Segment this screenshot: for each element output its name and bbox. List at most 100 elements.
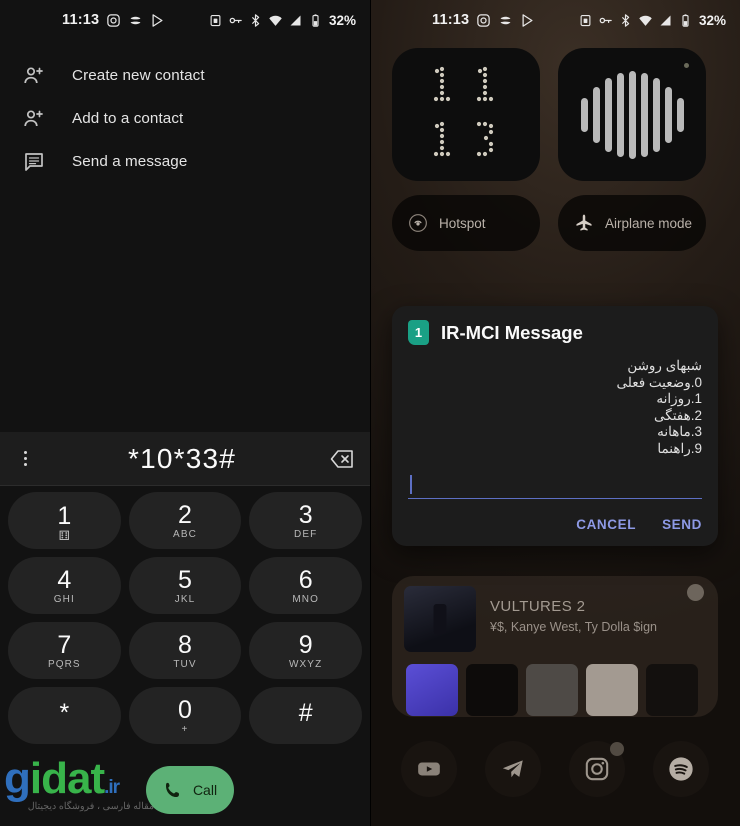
track-meta: VULTURES 2 ¥$, Kanye West, Ty Dolla $ign: [476, 586, 657, 652]
toggle-airplane-mode[interactable]: Airplane mode: [558, 195, 706, 251]
watermark-tld: .ir: [104, 777, 120, 798]
action-add-to-a-contact[interactable]: Add to a contact: [0, 97, 370, 140]
key-9[interactable]: 9 WXYZ: [249, 622, 362, 679]
key-sub: ABC: [173, 528, 197, 540]
dock-app-spotify[interactable]: [653, 741, 709, 797]
swirl-app-icon: [130, 16, 141, 24]
status-bar-clock: 11:13: [432, 12, 470, 28]
key-2[interactable]: 2 ABC: [128, 492, 242, 549]
call-button-label: Call: [192, 782, 218, 798]
quick-toggle-row: Hotspot Airplane mode: [370, 181, 740, 251]
dialog-line: 1.روزانه: [656, 391, 702, 406]
key-digit: 7: [57, 630, 72, 659]
status-bar-left: 11:13: [62, 12, 165, 28]
more-vert-icon[interactable]: [0, 432, 50, 486]
dialer-keypad: 1 ⚅ 2 ABC 3 DEF 4 GHI 5 JKL 6 MNO 7 PQRS 8 TUV 9…: [0, 492, 370, 744]
wifi-icon: [639, 15, 652, 26]
watermark-subtitle: مقاله فارسی ، فروشگاه دیجیتال: [27, 801, 154, 812]
bluetooth-icon: [621, 13, 630, 27]
key-digit: 8: [178, 630, 192, 659]
spotify-widget[interactable]: VULTURES 2 ¥$, Kanye West, Ty Dolla $ign: [392, 576, 718, 717]
app-dock: [370, 735, 740, 825]
home-screen-panel: 11:13 32% Hotspot Airplane mode 1 IR-MCI…: [370, 0, 740, 826]
cellular-signal-icon: [660, 15, 671, 25]
dock-app-telegram[interactable]: [485, 741, 541, 797]
site-watermark: gidat.ir مقاله فارسی ، فروشگاه دیجیتال: [4, 757, 154, 823]
telegram-icon: [502, 760, 523, 778]
dialer-number-bar: *10*33#: [0, 432, 370, 486]
toggle-hotspot[interactable]: Hotspot: [392, 195, 540, 251]
ussd-message-dialog: 1 IR-MCI Message شبهای روشن 0.وضعیت فعلی…: [392, 306, 718, 546]
clock-minutes: [428, 120, 505, 164]
key-5[interactable]: 5 JKL: [128, 557, 242, 614]
instagram-icon: [477, 13, 491, 27]
dock-app-youtube[interactable]: [401, 741, 457, 797]
novel-album-tile[interactable]: [586, 664, 638, 716]
track-artists: ¥$, Kanye West, Ty Dolla $ign: [490, 620, 657, 634]
key-digit: 0: [178, 695, 192, 724]
key-1[interactable]: 1 ⚅: [8, 492, 121, 549]
screenshot-root: 11:13 32% Create new contact Add to a co…: [0, 0, 740, 826]
dialog-header: 1 IR-MCI Message: [408, 320, 702, 345]
clock-digits: [392, 48, 540, 181]
dialog-line: 2.هفتگی: [654, 407, 702, 423]
watermark-brand-rest: idat: [29, 754, 105, 803]
action-create-new-contact[interactable]: Create new contact: [0, 54, 370, 97]
ussd-reply-input[interactable]: [408, 471, 702, 499]
key-6[interactable]: 6 MNO: [249, 557, 362, 614]
status-bar-right: 32%: [578, 13, 726, 28]
key-7[interactable]: 7 PQRS: [8, 622, 121, 679]
key-0[interactable]: 0 +: [128, 687, 242, 744]
liked-songs-tile[interactable]: [406, 664, 458, 716]
widget-row: [370, 40, 740, 181]
rotation-lock-icon: [580, 14, 591, 26]
key-digit: 2: [178, 500, 192, 529]
dialer-panel: 11:13 32% Create new contact Add to a co…: [0, 0, 370, 826]
dialog-message-body: شبهای روشن 0.وضعیت فعلی 1.روزانه 2.هفتگی…: [408, 358, 702, 457]
sound-visualizer-widget[interactable]: [558, 48, 706, 181]
right-status-bar: 11:13 32%: [370, 0, 740, 40]
battery-icon: [682, 13, 689, 27]
grey-album-tile[interactable]: [526, 664, 578, 716]
clock-hours: [428, 65, 505, 109]
dotted-clock-widget[interactable]: [392, 48, 540, 181]
toggle-label: Hotspot: [439, 215, 486, 231]
key-digit: *: [59, 699, 70, 727]
key-sub: DEF: [294, 528, 318, 540]
dialed-number[interactable]: *10*33#: [50, 443, 314, 475]
key-sub: ⚅: [58, 527, 70, 543]
dialog-line: 3.ماهانه: [657, 424, 702, 439]
spotify-shortcut-row: [392, 652, 718, 716]
dot-digit-3: [476, 121, 493, 157]
dialog-actions: CANCEL SEND: [408, 517, 702, 536]
action-send-a-message[interactable]: Send a message: [0, 140, 370, 183]
dock-app-instagram[interactable]: [569, 741, 625, 797]
dark-art-tile[interactable]: [646, 664, 698, 716]
cellular-signal-icon: [290, 15, 301, 25]
phone-icon: [165, 782, 179, 797]
send-button[interactable]: SEND: [662, 517, 702, 532]
key-sub: JKL: [174, 593, 196, 605]
dark-album-tile[interactable]: [466, 664, 518, 716]
key-sub: WXYZ: [289, 658, 323, 670]
wifi-icon: [269, 15, 282, 26]
key-4[interactable]: 4 GHI: [8, 557, 121, 614]
status-bar-left: 11:13: [432, 12, 535, 28]
toggle-label: Airplane mode: [605, 215, 693, 231]
watermark-brand-first: g: [4, 754, 31, 803]
key-digit: 4: [57, 565, 72, 594]
key-star[interactable]: *: [8, 687, 121, 744]
album-art: [404, 586, 476, 652]
key-hash[interactable]: #: [249, 687, 362, 744]
backspace-icon[interactable]: [314, 449, 370, 469]
spotify-icon: [687, 584, 704, 601]
key-3[interactable]: 3 DEF: [249, 492, 362, 549]
contact-actions-list: Create new contact Add to a contact Send…: [0, 40, 370, 183]
left-status-bar: 11:13 32%: [0, 0, 370, 40]
key-8[interactable]: 8 TUV: [128, 622, 242, 679]
call-button[interactable]: Call: [146, 766, 234, 814]
play-store-icon: [152, 13, 163, 27]
airplane-icon: [576, 214, 592, 231]
notification-badge: [610, 742, 624, 756]
cancel-button[interactable]: CANCEL: [576, 517, 636, 532]
